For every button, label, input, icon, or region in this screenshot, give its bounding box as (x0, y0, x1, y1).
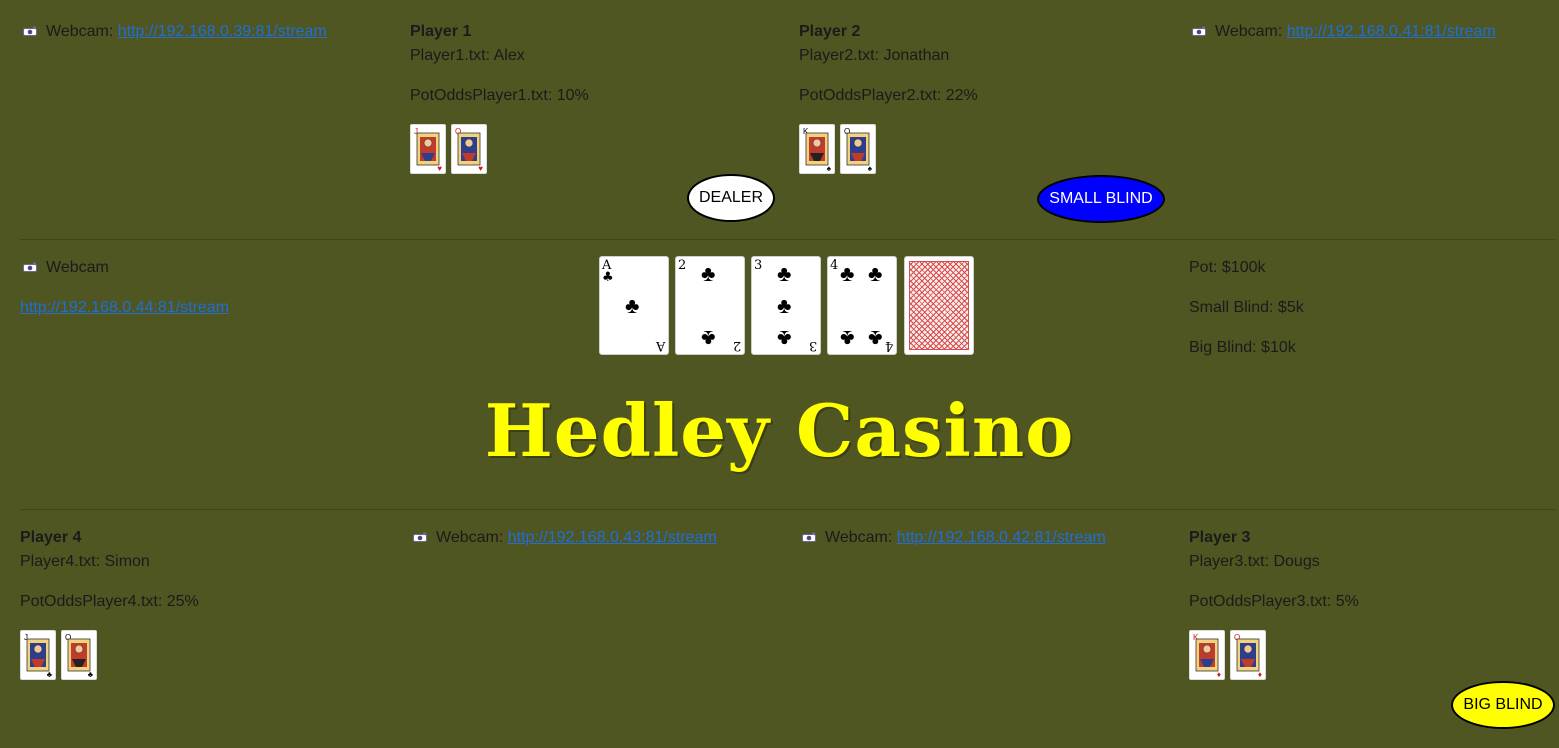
player4-odds: PotOddsPlayer4.txt: 25% (20, 593, 199, 610)
webcam-mid-left-link-row: http://192.168.0.44:81/stream (20, 298, 229, 318)
svg-text:♥: ♥ (478, 164, 483, 173)
svg-text:♣: ♣ (88, 670, 94, 679)
webcam-bottom-mid1: Webcam: http://192.168.0.43:81/stream (412, 528, 717, 548)
svg-text:♠: ♠ (827, 164, 832, 173)
webcam-label: Webcam (46, 259, 109, 276)
card-rank: 4 (830, 258, 839, 273)
card-queen-spades: Q ♠ (840, 124, 876, 174)
player3-hole-cards: K ♦ Q ♦ (1189, 630, 1266, 680)
webcam-link-top-left[interactable]: http://192.168.0.39:81/stream (118, 23, 327, 40)
player2-odds: PotOddsPlayer2.txt: 22% (799, 87, 978, 104)
card-rank: 2 (732, 338, 741, 353)
webcam-label: Webcam: (825, 529, 893, 546)
player2-hole-cards: K ♠ Q ♠ (799, 124, 876, 174)
webcam-mid-left: Webcam (22, 258, 109, 278)
row-divider-top (20, 239, 1555, 240)
webcam-label: Webcam: (1215, 23, 1283, 40)
card-jack-hearts: J ♥ (410, 124, 446, 174)
webcam-label: Webcam: (46, 23, 114, 40)
svg-text:♥: ♥ (437, 164, 442, 173)
clubs-icon: ♣ (777, 293, 792, 318)
player1-title: Player 1 (410, 23, 472, 40)
player1-name: Player1.txt: Alex (410, 47, 525, 64)
clubs-icon: ♣ (602, 270, 614, 285)
pot-amount: Pot: $100k (1189, 259, 1266, 276)
webcam-bottom-mid2: Webcam: http://192.168.0.42:81/stream (801, 528, 1106, 548)
card-rank: 3 (808, 338, 817, 353)
card-rank: A (655, 338, 665, 353)
webcam-icon (412, 531, 428, 543)
clubs-icon: ♣ (868, 326, 883, 351)
small-blind-chip-label: SMALL BLIND (1049, 190, 1153, 207)
clubs-icon: ♣ (701, 326, 716, 351)
card-back-pattern (909, 261, 969, 350)
player3-title: Player 3 (1189, 529, 1251, 546)
webcam-icon (1191, 25, 1207, 37)
player2-name: Player2.txt: Jonathan (799, 47, 950, 64)
svg-text:♦: ♦ (1258, 670, 1262, 679)
player4-title: Player 4 (20, 529, 82, 546)
clubs-icon: ♣ (625, 293, 640, 318)
community-cards: A ♣ ♣ A 2 ♣ ♣ 2 3 ♣ ♣ ♣ 3 4 ♣ ♣ ♣ ♣ 4 (599, 256, 975, 356)
card-queen-clubs: Q ♣ (61, 630, 97, 680)
board-card-4-clubs: 4 ♣ ♣ ♣ ♣ 4 (827, 256, 897, 355)
webcam-link-top-right[interactable]: http://192.168.0.41:81/stream (1287, 23, 1496, 40)
dealer-button-label: DEALER (698, 189, 764, 206)
clubs-icon: ♣ (777, 326, 792, 351)
player3-odds: PotOddsPlayer3.txt: 5% (1189, 593, 1359, 610)
card-queen-hearts: Q ♥ (451, 124, 487, 174)
player4-hole-cards: J ♣ Q ♣ (20, 630, 97, 680)
webcam-link-bottom-mid1[interactable]: http://192.168.0.43:81/stream (508, 529, 717, 546)
big-blind-chip-label: BIG BLIND (1463, 696, 1543, 713)
card-queen-diamonds: Q ♦ (1230, 630, 1266, 680)
webcam-label: Webcam: (436, 529, 504, 546)
player1-odds: PotOddsPlayer1.txt: 10% (410, 87, 589, 104)
clubs-icon: ♣ (777, 261, 792, 286)
row-divider-bottom (20, 509, 1555, 510)
board-card-ace-clubs: A ♣ ♣ A (599, 256, 669, 355)
webcam-link-bottom-mid2[interactable]: http://192.168.0.42:81/stream (897, 529, 1106, 546)
board-card-face-down (904, 256, 974, 355)
svg-text:♦: ♦ (1217, 670, 1221, 679)
webcam-icon (801, 531, 817, 543)
svg-text:♣: ♣ (47, 670, 53, 679)
webcam-top-left: Webcam: http://192.168.0.39:81/stream (22, 22, 327, 42)
webcam-icon (22, 25, 38, 37)
big-blind-amount: Big Blind: $10k (1189, 339, 1296, 356)
card-king-spades: K ♠ (799, 124, 835, 174)
card-rank: 3 (754, 258, 763, 273)
clubs-icon: ♣ (701, 261, 716, 286)
player3-name: Player3.txt: Dougs (1189, 553, 1320, 570)
casino-title: Hedley Casino (484, 388, 1075, 473)
small-blind-amount: Small Blind: $5k (1189, 299, 1304, 316)
player2-title: Player 2 (799, 23, 861, 40)
card-rank: 4 (884, 338, 893, 353)
small-blind-chip: SMALL BLIND (1037, 175, 1165, 223)
dealer-button: DEALER (687, 174, 775, 222)
clubs-icon: ♣ (868, 261, 883, 286)
card-jack-clubs: J ♣ (20, 630, 56, 680)
svg-text:♠: ♠ (868, 164, 873, 173)
player4-name: Player4.txt: Simon (20, 553, 150, 570)
card-king-diamonds: K ♦ (1189, 630, 1225, 680)
webcam-icon (22, 261, 38, 273)
webcam-link-mid-left[interactable]: http://192.168.0.44:81/stream (20, 299, 229, 316)
board-card-3-clubs: 3 ♣ ♣ ♣ 3 (751, 256, 821, 355)
big-blind-chip: BIG BLIND (1451, 681, 1555, 729)
clubs-icon: ♣ (840, 261, 855, 286)
board-card-2-clubs: 2 ♣ ♣ 2 (675, 256, 745, 355)
card-rank: 2 (678, 258, 687, 273)
clubs-icon: ♣ (840, 326, 855, 351)
player1-hole-cards: J ♥ Q ♥ (410, 124, 487, 174)
webcam-top-right: Webcam: http://192.168.0.41:81/stream (1191, 22, 1496, 42)
